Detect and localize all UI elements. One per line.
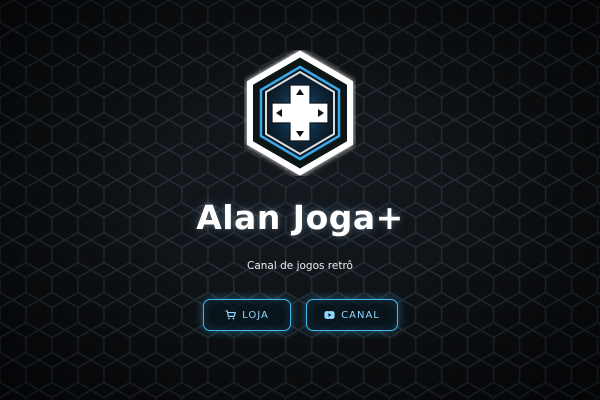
channel-button-label: CANAL — [341, 309, 380, 321]
dpad-hexagon-logo — [247, 50, 353, 176]
youtube-icon — [324, 311, 335, 319]
store-button[interactable]: LOJA — [203, 299, 291, 331]
landing-page: Alan Joga+ Canal de jogos retrô LOJA CAN… — [0, 0, 600, 400]
channel-title: Alan Joga+ — [196, 198, 404, 237]
channel-button[interactable]: CANAL — [306, 299, 398, 331]
store-button-label: LOJA — [242, 309, 269, 321]
shopping-cart-icon — [225, 310, 237, 320]
channel-subtitle: Canal de jogos retrô — [247, 260, 353, 272]
